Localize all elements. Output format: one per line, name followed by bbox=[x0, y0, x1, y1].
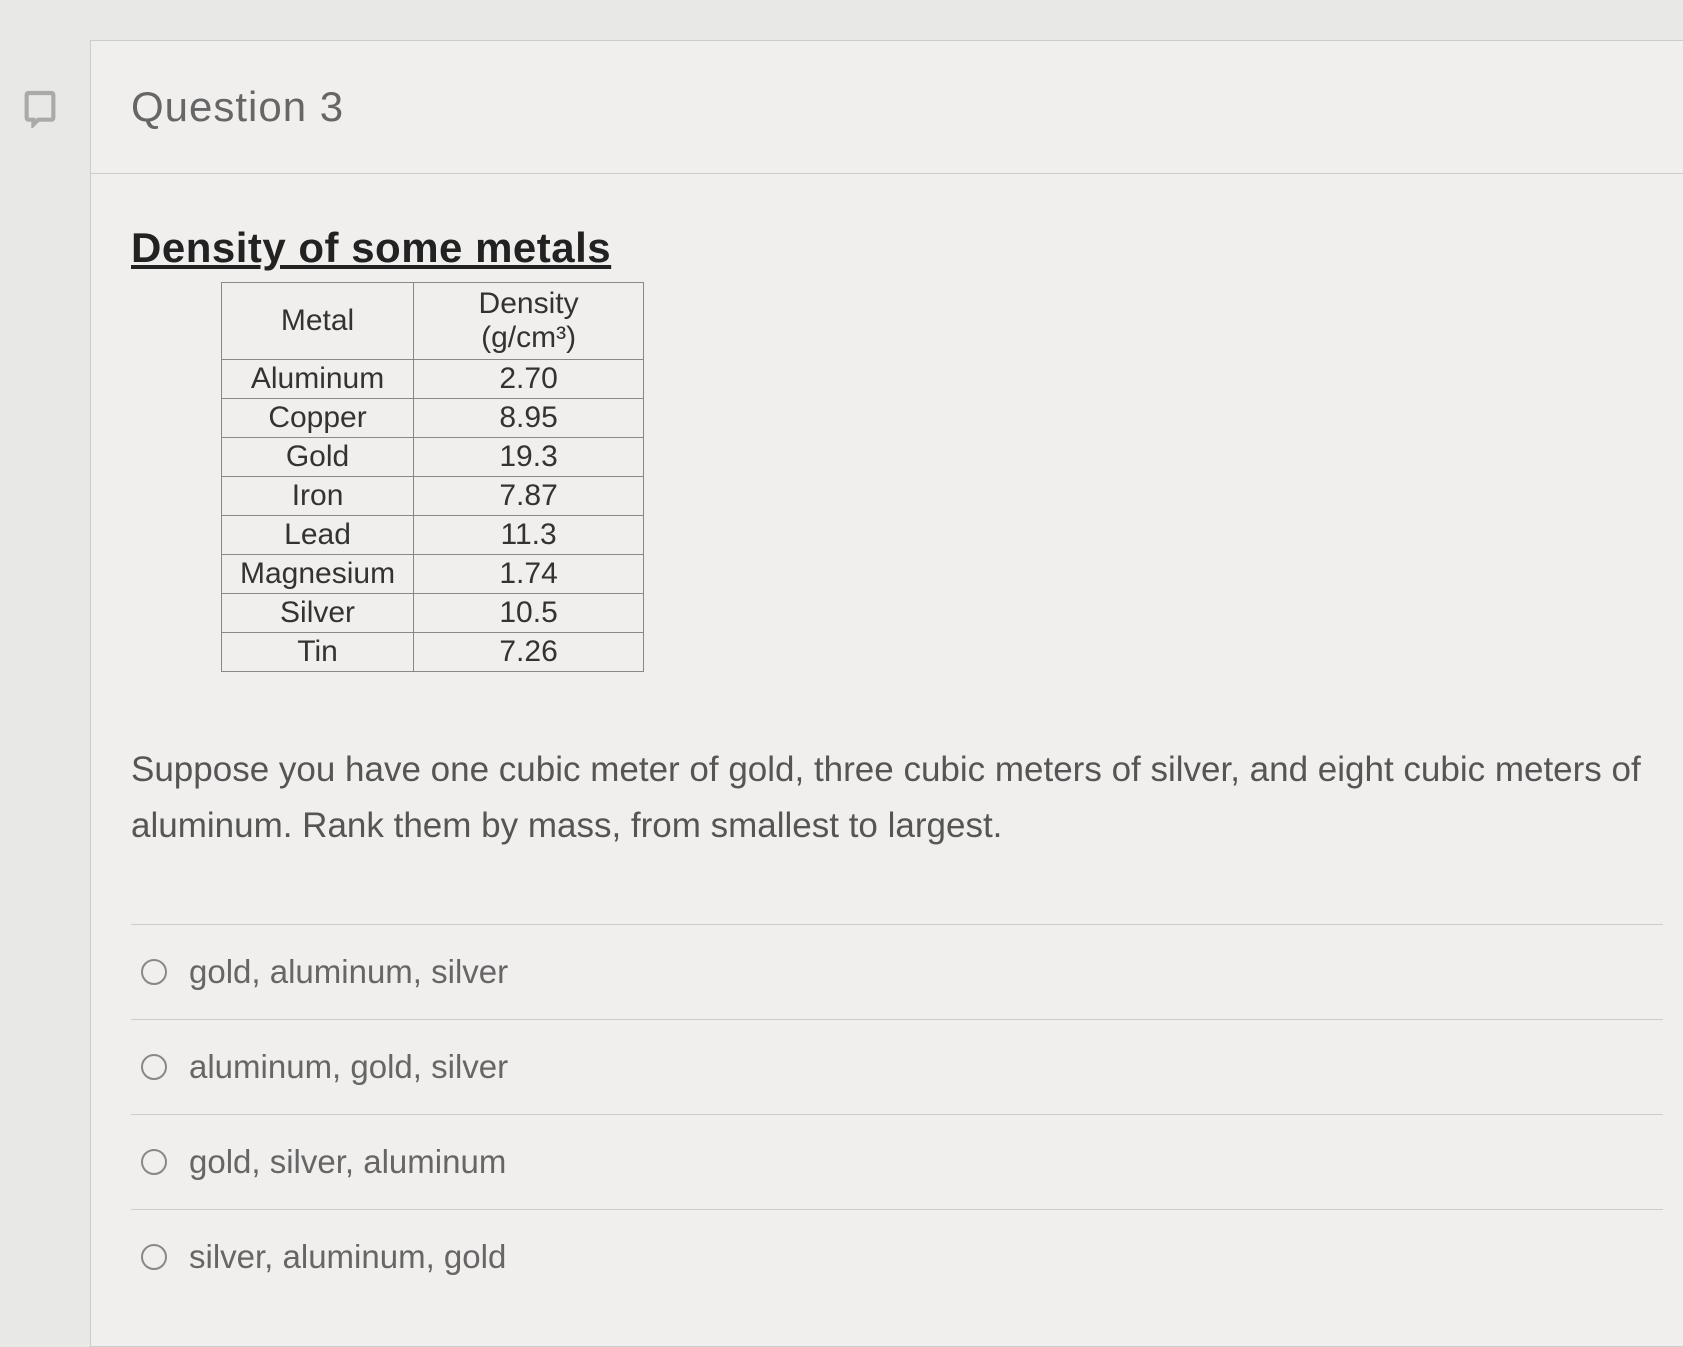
table-row: Copper8.95 bbox=[222, 399, 644, 438]
answer-option-1[interactable]: aluminum, gold, silver bbox=[131, 1020, 1663, 1115]
question-number: Question 3 bbox=[131, 83, 344, 130]
radio-icon bbox=[141, 1244, 167, 1270]
radio-icon bbox=[141, 1149, 167, 1175]
table-row: Tin7.26 bbox=[222, 633, 644, 672]
table-row: Silver10.5 bbox=[222, 594, 644, 633]
table-row: Magnesium1.74 bbox=[222, 555, 644, 594]
answer-options: gold, aluminum, silver aluminum, gold, s… bbox=[131, 924, 1663, 1316]
radio-icon bbox=[141, 959, 167, 985]
table-row: Lead11.3 bbox=[222, 516, 644, 555]
table-row: Gold19.3 bbox=[222, 438, 644, 477]
bookmark-icon bbox=[20, 88, 60, 128]
answer-label: silver, aluminum, gold bbox=[189, 1238, 506, 1276]
answer-label: gold, silver, aluminum bbox=[189, 1143, 506, 1181]
table-header-density: Density (g/cm³) bbox=[414, 283, 644, 360]
question-header: Question 3 bbox=[91, 41, 1683, 174]
answer-label: gold, aluminum, silver bbox=[189, 953, 508, 991]
answer-option-3[interactable]: silver, aluminum, gold bbox=[131, 1210, 1663, 1316]
radio-icon bbox=[141, 1054, 167, 1080]
question-card: Question 3 Density of some metals Metal … bbox=[90, 40, 1683, 1347]
table-header-metal: Metal bbox=[222, 283, 414, 360]
answer-option-0[interactable]: gold, aluminum, silver bbox=[131, 925, 1663, 1020]
table-row: Aluminum2.70 bbox=[222, 360, 644, 399]
answer-label: aluminum, gold, silver bbox=[189, 1048, 508, 1086]
table-title: Density of some metals bbox=[131, 224, 1663, 272]
density-table: Metal Density (g/cm³) Aluminum2.70 Coppe… bbox=[221, 282, 644, 672]
question-prompt: Suppose you have one cubic meter of gold… bbox=[131, 742, 1663, 854]
table-row: Iron7.87 bbox=[222, 477, 644, 516]
answer-option-2[interactable]: gold, silver, aluminum bbox=[131, 1115, 1663, 1210]
